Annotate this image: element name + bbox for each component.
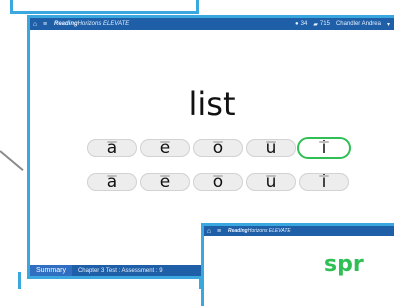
menu-icon[interactable]: ≡ [214,228,224,235]
target-word-2: spr [324,252,364,277]
user-name[interactable]: Chandler Andrea [336,21,381,27]
vowel-tile[interactable]: o [193,172,243,192]
home-icon[interactable]: ⌂ [204,228,214,235]
vowel-tile[interactable]: a [87,138,137,158]
summary-button[interactable]: Summary [30,265,72,276]
target-word: list [188,85,236,123]
secondary-window: ⌂ ≡ ReadingHorizons ELEVATE spr [204,226,394,306]
vowel-tile[interactable]: e [140,172,190,192]
brand-logo: ReadingHorizons ELEVATE [228,228,291,234]
home-icon[interactable]: ⌂ [30,21,40,28]
coin-icon: ● [294,21,299,27]
top-bar-2: ⌂ ≡ ReadingHorizons ELEVATE [204,226,394,236]
frame-line [10,11,196,14]
pointer-line [0,150,24,172]
vowel-tile[interactable]: o [193,138,243,158]
frame-line [18,272,21,289]
vowel-tile[interactable]: a [87,172,137,192]
chevron-down-icon[interactable]: ▾ [387,21,390,28]
vowel-tile[interactable]: i [299,138,349,158]
vowel-tile[interactable]: u [246,172,296,192]
top-bar: ⌂ ≡ ReadingHorizons ELEVATE ● 34 ▰ 715 C… [30,18,394,30]
stat-2: ▰ 715 [313,21,330,28]
brand-logo: ReadingHorizons ELEVATE [54,21,130,27]
frame-line [196,0,199,14]
stat-1: ● 34 [294,21,308,27]
menu-icon[interactable]: ≡ [40,21,50,28]
vowel-tile[interactable]: e [140,138,190,158]
vowel-tile[interactable]: u [246,138,296,158]
vowel-tile[interactable]: i [299,172,349,192]
assessment-info: Chapter 3 Test : Assessment : 9 [77,267,163,274]
book-icon: ▰ [313,21,318,28]
